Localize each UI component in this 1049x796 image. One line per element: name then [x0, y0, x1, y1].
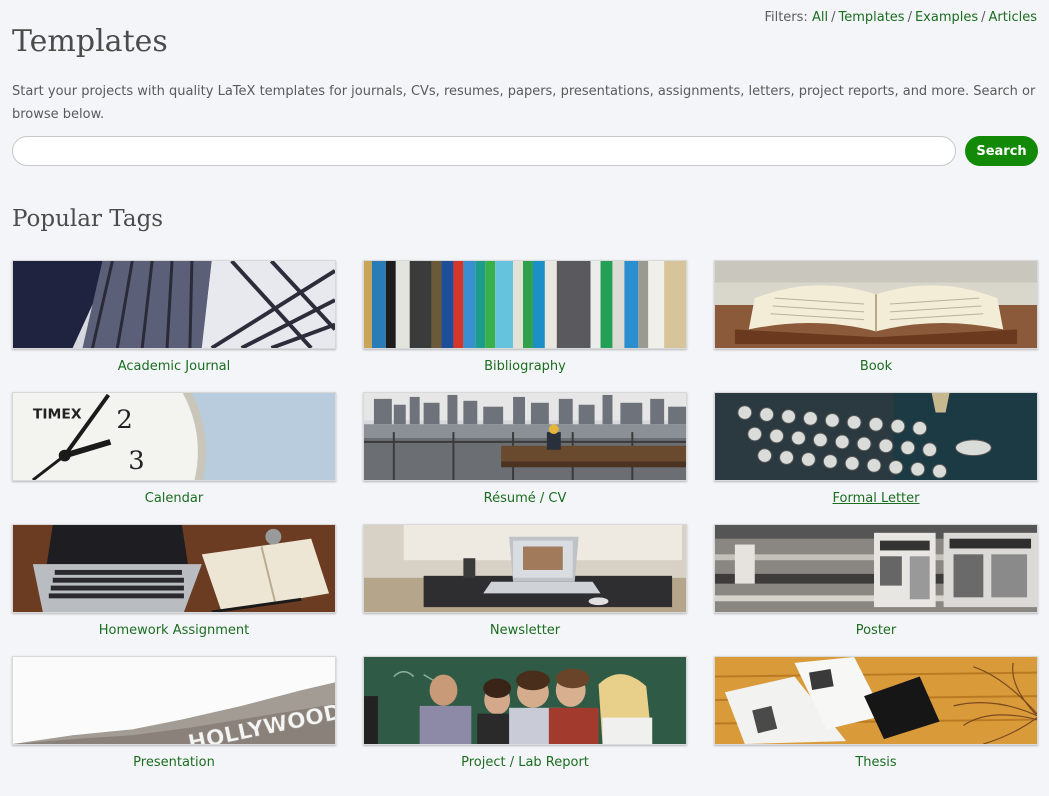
- library-shelves-photo: [12, 260, 336, 349]
- tag-tile-book[interactable]: Book: [714, 260, 1038, 379]
- tag-label: Project / Lab Report: [461, 755, 589, 770]
- templates-page: Filters: All / Templates / Examples / Articles…: [0, 0, 1049, 796]
- open-book-photo: [714, 260, 1038, 349]
- tag-tile-project-lab-report[interactable]: Project / Lab Report: [363, 656, 687, 775]
- svg-text:2: 2: [116, 405, 132, 435]
- filter-templates-link[interactable]: Templates: [838, 10, 904, 25]
- tag-label: Newsletter: [489, 623, 561, 638]
- tag-tile-academic-journal[interactable]: Academic Journal: [12, 260, 336, 379]
- tag-label: Poster: [855, 623, 897, 638]
- filter-separator: /: [831, 10, 836, 25]
- city-waterfront-bench-photo: [363, 392, 687, 481]
- laptop-office-desk-photo: [363, 524, 687, 613]
- tag-tile-poster[interactable]: Poster: [714, 524, 1038, 643]
- popular-tags-heading: Popular Tags: [12, 206, 164, 232]
- filter-articles-link[interactable]: Articles: [989, 10, 1037, 25]
- svg-text:3: 3: [128, 446, 144, 476]
- filter-separator: /: [981, 10, 986, 25]
- tag-label: Bibliography: [484, 359, 566, 374]
- tag-tile-resume-cv[interactable]: Résumé / CV: [363, 392, 687, 511]
- page-title: Templates: [12, 24, 168, 59]
- tag-tile-homework-assignment[interactable]: Homework Assignment: [12, 524, 336, 643]
- tag-label: Formal Letter: [832, 491, 920, 506]
- tag-label: Academic Journal: [117, 359, 231, 374]
- tag-label: Résumé / CV: [483, 491, 567, 506]
- search-button[interactable]: Search: [965, 136, 1038, 166]
- book-spines-photo: [363, 260, 687, 349]
- tag-tile-formal-letter[interactable]: Formal Letter: [714, 392, 1038, 511]
- clock-face-photo: TIMEX 2 3: [12, 392, 336, 481]
- tag-tile-newsletter[interactable]: Newsletter: [363, 524, 687, 643]
- tag-tile-bibliography[interactable]: Bibliography: [363, 260, 687, 379]
- tag-label: Presentation: [133, 755, 215, 770]
- students-classroom-photo: [363, 656, 687, 745]
- tag-tile-calendar[interactable]: TIMEX 2 3 Calendar: [12, 392, 336, 511]
- filters-prefix: Filters:: [764, 10, 808, 25]
- page-intro: Start your projects with quality LaTeX t…: [12, 84, 1036, 122]
- magazine-on-table-photo: [714, 656, 1038, 745]
- filter-examples-link[interactable]: Examples: [915, 10, 978, 25]
- motion-blur-posters-photo: [714, 524, 1038, 613]
- typewriter-photo: [714, 392, 1038, 481]
- tag-label: Homework Assignment: [98, 623, 250, 638]
- popular-tags-grid: Academic Journal Bibliography Book TIMEX…: [12, 260, 1038, 775]
- filters-bar: Filters: All / Templates / Examples / Articles: [764, 10, 1037, 25]
- svg-text:TIMEX: TIMEX: [33, 407, 82, 423]
- filter-separator: /: [907, 10, 912, 25]
- tag-label: Thesis: [855, 755, 897, 770]
- tag-label: Book: [859, 359, 893, 374]
- laptop-notebook-desk-photo: [12, 524, 336, 613]
- tag-tile-presentation[interactable]: HOLLYWOOD Presentation: [12, 656, 336, 775]
- filter-all-link[interactable]: All: [812, 10, 828, 25]
- search-input[interactable]: [12, 136, 956, 166]
- tag-tile-thesis[interactable]: Thesis: [714, 656, 1038, 775]
- tag-label: Calendar: [144, 491, 204, 506]
- hollywood-sign-photo: HOLLYWOOD: [12, 656, 336, 745]
